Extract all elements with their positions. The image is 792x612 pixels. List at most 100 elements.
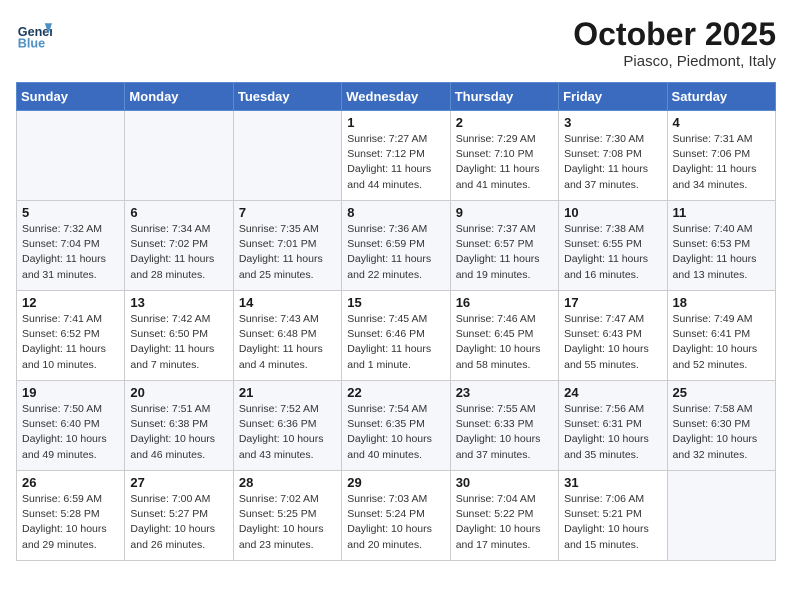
day-number: 22 [347, 385, 444, 400]
day-number: 20 [130, 385, 227, 400]
calendar-cell: 19Sunrise: 7:50 AM Sunset: 6:40 PM Dayli… [17, 381, 125, 471]
calendar-cell: 20 Sunrise: 7:51 AM Sunset: 6:38 PM Dayli… [125, 381, 233, 471]
day-number: 17 [564, 295, 661, 310]
day-info: Sunrise: 7:34 AM Sunset: 7:02 PM Dayligh… [130, 222, 227, 283]
day-info: Sunrise: 7:30 AM Sunset: 7:08 PM Dayligh… [564, 132, 661, 193]
calendar-cell: 2 Sunrise: 7:29 AM Sunset: 7:10 PM Daylig… [450, 111, 558, 201]
day-info: Sunrise: 7:32 AM Sunset: 7:04 PM Dayligh… [22, 222, 119, 283]
day-info: Sunrise: 7:35 AM Sunset: 7:01 PM Dayligh… [239, 222, 336, 283]
day-number: 13 [130, 295, 227, 310]
calendar-cell: 3 Sunrise: 7:30 AM Sunset: 7:08 PM Daylig… [559, 111, 667, 201]
weekday-header-thursday: Thursday [450, 83, 558, 111]
calendar-cell: 4Sunrise: 7:31 AM Sunset: 7:06 PM Daylig… [667, 111, 775, 201]
day-number: 21 [239, 385, 336, 400]
calendar-cell: 30 Sunrise: 7:04 AM Sunset: 5:22 PM Dayli… [450, 471, 558, 561]
day-number: 3 [564, 115, 661, 130]
calendar-cell: 8Sunrise: 7:36 AM Sunset: 6:59 PM Daylig… [342, 201, 450, 291]
week-row-3: 12Sunrise: 7:41 AM Sunset: 6:52 PM Dayli… [17, 291, 776, 381]
calendar-cell: 15Sunrise: 7:45 AM Sunset: 6:46 PM Dayli… [342, 291, 450, 381]
day-number: 2 [456, 115, 553, 130]
day-info: Sunrise: 7:46 AM Sunset: 6:45 PM Dayligh… [456, 312, 553, 373]
calendar-cell: 28Sunrise: 7:02 AM Sunset: 5:25 PM Dayli… [233, 471, 341, 561]
week-row-1: 1 Sunrise: 7:27 AM Sunset: 7:12 PM Daylig… [17, 111, 776, 201]
calendar-cell: 7Sunrise: 7:35 AM Sunset: 7:01 PM Daylig… [233, 201, 341, 291]
calendar-cell [17, 111, 125, 201]
day-number: 11 [673, 205, 770, 220]
calendar-cell: 18 Sunrise: 7:49 AM Sunset: 6:41 PM Dayli… [667, 291, 775, 381]
day-number: 29 [347, 475, 444, 490]
weekday-header-wednesday: Wednesday [342, 83, 450, 111]
week-row-4: 19Sunrise: 7:50 AM Sunset: 6:40 PM Dayli… [17, 381, 776, 471]
day-info: Sunrise: 7:27 AM Sunset: 7:12 PM Dayligh… [347, 132, 444, 193]
day-info: Sunrise: 7:52 AM Sunset: 6:36 PM Dayligh… [239, 402, 336, 463]
month-title: October 2025 [573, 16, 776, 53]
calendar-cell: 5 Sunrise: 7:32 AM Sunset: 7:04 PM Daylig… [17, 201, 125, 291]
logo-icon: General Blue [16, 16, 52, 52]
location: Piasco, Piedmont, Italy [573, 53, 776, 70]
day-number: 23 [456, 385, 553, 400]
day-number: 12 [22, 295, 119, 310]
svg-text:Blue: Blue [18, 37, 45, 51]
day-info: Sunrise: 7:31 AM Sunset: 7:06 PM Dayligh… [673, 132, 770, 193]
day-number: 24 [564, 385, 661, 400]
day-number: 30 [456, 475, 553, 490]
calendar-cell: 10 Sunrise: 7:38 AM Sunset: 6:55 PM Dayli… [559, 201, 667, 291]
calendar-cell: 25 Sunrise: 7:58 AM Sunset: 6:30 PM Dayli… [667, 381, 775, 471]
day-info: Sunrise: 7:06 AM Sunset: 5:21 PM Dayligh… [564, 492, 661, 553]
calendar-cell: 26 Sunrise: 6:59 AM Sunset: 5:28 PM Dayli… [17, 471, 125, 561]
day-info: Sunrise: 7:38 AM Sunset: 6:55 PM Dayligh… [564, 222, 661, 283]
week-row-5: 26 Sunrise: 6:59 AM Sunset: 5:28 PM Dayli… [17, 471, 776, 561]
day-info: Sunrise: 7:43 AM Sunset: 6:48 PM Dayligh… [239, 312, 336, 373]
day-number: 31 [564, 475, 661, 490]
day-number: 15 [347, 295, 444, 310]
calendar-cell: 11 Sunrise: 7:40 AM Sunset: 6:53 PM Dayli… [667, 201, 775, 291]
calendar-cell: 22Sunrise: 7:54 AM Sunset: 6:35 PM Dayli… [342, 381, 450, 471]
day-number: 27 [130, 475, 227, 490]
day-number: 14 [239, 295, 336, 310]
weekday-header-monday: Monday [125, 83, 233, 111]
week-row-2: 5 Sunrise: 7:32 AM Sunset: 7:04 PM Daylig… [17, 201, 776, 291]
day-info: Sunrise: 7:58 AM Sunset: 6:30 PM Dayligh… [673, 402, 770, 463]
calendar-cell: 24 Sunrise: 7:56 AM Sunset: 6:31 PM Dayli… [559, 381, 667, 471]
day-info: Sunrise: 6:59 AM Sunset: 5:28 PM Dayligh… [22, 492, 119, 553]
day-number: 9 [456, 205, 553, 220]
day-number: 5 [22, 205, 119, 220]
day-info: Sunrise: 7:04 AM Sunset: 5:22 PM Dayligh… [456, 492, 553, 553]
calendar-cell: 23 Sunrise: 7:55 AM Sunset: 6:33 PM Dayli… [450, 381, 558, 471]
calendar-cell: 16 Sunrise: 7:46 AM Sunset: 6:45 PM Dayli… [450, 291, 558, 381]
day-number: 18 [673, 295, 770, 310]
day-number: 1 [347, 115, 444, 130]
weekday-header-friday: Friday [559, 83, 667, 111]
day-number: 26 [22, 475, 119, 490]
day-info: Sunrise: 7:51 AM Sunset: 6:38 PM Dayligh… [130, 402, 227, 463]
day-info: Sunrise: 7:42 AM Sunset: 6:50 PM Dayligh… [130, 312, 227, 373]
weekday-header-saturday: Saturday [667, 83, 775, 111]
weekday-header-tuesday: Tuesday [233, 83, 341, 111]
day-number: 10 [564, 205, 661, 220]
day-info: Sunrise: 7:40 AM Sunset: 6:53 PM Dayligh… [673, 222, 770, 283]
calendar-cell: 31 Sunrise: 7:06 AM Sunset: 5:21 PM Dayli… [559, 471, 667, 561]
calendar-cell [233, 111, 341, 201]
day-info: Sunrise: 7:47 AM Sunset: 6:43 PM Dayligh… [564, 312, 661, 373]
day-info: Sunrise: 7:29 AM Sunset: 7:10 PM Dayligh… [456, 132, 553, 193]
calendar-cell: 27Sunrise: 7:00 AM Sunset: 5:27 PM Dayli… [125, 471, 233, 561]
day-number: 16 [456, 295, 553, 310]
title-block: October 2025 Piasco, Piedmont, Italy [573, 16, 776, 70]
day-number: 6 [130, 205, 227, 220]
page-header: General Blue October 2025 Piasco, Piedmo… [16, 16, 776, 70]
logo: General Blue [16, 16, 52, 52]
calendar-cell: 9Sunrise: 7:37 AM Sunset: 6:57 PM Daylig… [450, 201, 558, 291]
day-info: Sunrise: 7:55 AM Sunset: 6:33 PM Dayligh… [456, 402, 553, 463]
calendar-cell: 14 Sunrise: 7:43 AM Sunset: 6:48 PM Dayli… [233, 291, 341, 381]
calendar-cell: 6 Sunrise: 7:34 AM Sunset: 7:02 PM Daylig… [125, 201, 233, 291]
day-number: 25 [673, 385, 770, 400]
day-number: 19 [22, 385, 119, 400]
day-info: Sunrise: 7:03 AM Sunset: 5:24 PM Dayligh… [347, 492, 444, 553]
calendar-cell: 29 Sunrise: 7:03 AM Sunset: 5:24 PM Dayli… [342, 471, 450, 561]
calendar-table: SundayMondayTuesdayWednesdayThursdayFrid… [16, 82, 776, 561]
day-info: Sunrise: 7:56 AM Sunset: 6:31 PM Dayligh… [564, 402, 661, 463]
day-info: Sunrise: 7:49 AM Sunset: 6:41 PM Dayligh… [673, 312, 770, 373]
day-number: 8 [347, 205, 444, 220]
calendar-cell [667, 471, 775, 561]
calendar-cell: 13 Sunrise: 7:42 AM Sunset: 6:50 PM Dayli… [125, 291, 233, 381]
